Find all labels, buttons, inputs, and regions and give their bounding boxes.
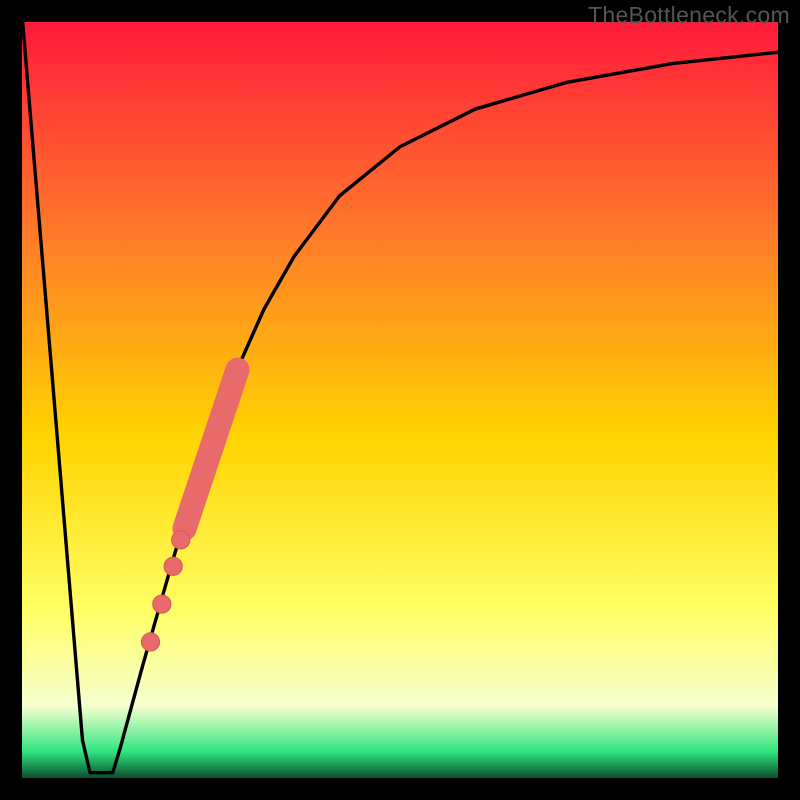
- highlight-dot: [141, 633, 159, 651]
- plot-area: [22, 22, 778, 778]
- chart-svg: [22, 22, 778, 778]
- chart-frame: TheBottleneck.com: [0, 0, 800, 800]
- highlight-dot: [153, 595, 171, 613]
- highlight-dot: [164, 557, 182, 575]
- highlight-dot: [172, 531, 190, 549]
- gradient-background: [22, 22, 778, 778]
- watermark-label: TheBottleneck.com: [588, 2, 790, 29]
